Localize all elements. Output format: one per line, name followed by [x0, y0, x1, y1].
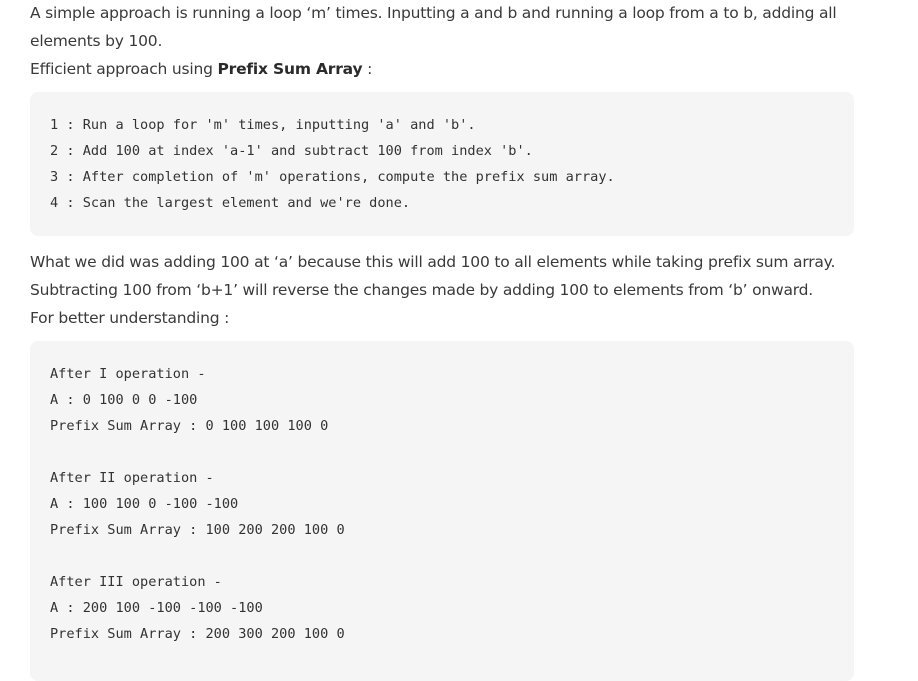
code-line: 2 : Add 100 at index 'a-1' and subtract …	[50, 143, 533, 159]
code-line: Prefix Sum Array : 0 100 100 100 0	[50, 418, 329, 434]
code-line: After I operation -	[50, 366, 206, 382]
intro-line-2: elements by 100.	[30, 32, 163, 50]
code-line: A : 0 100 0 0 -100	[50, 392, 198, 408]
code-line: 1 : Run a loop for 'm' times, inputting …	[50, 117, 476, 133]
code-line: 3 : After completion of 'm' operations, …	[50, 169, 615, 185]
code-line: A : 100 100 0 -100 -100	[50, 496, 239, 512]
explanation-line-2: Subtracting 100 from ‘b+1’ will reverse …	[30, 281, 814, 299]
article-body: A simple approach is running a loop ‘m’ …	[30, 0, 854, 681]
code-line: After II operation -	[50, 470, 214, 486]
code-line: Prefix Sum Array : 100 200 200 100 0	[50, 522, 345, 538]
intro-paragraph: A simple approach is running a loop ‘m’ …	[30, 0, 854, 83]
efficient-suffix: :	[362, 60, 373, 78]
steps-code-block: 1 : Run a loop for 'm' times, inputting …	[30, 92, 854, 236]
code-line: A : 200 100 -100 -100 -100	[50, 600, 263, 616]
efficient-prefix: Efficient approach using	[30, 60, 218, 78]
code-line: Prefix Sum Array : 200 300 200 100 0	[50, 626, 345, 642]
code-line: After III operation -	[50, 574, 222, 590]
code-line: 4 : Scan the largest element and we're d…	[50, 195, 411, 211]
explanation-paragraph: What we did was adding 100 at ‘a’ becaus…	[30, 248, 854, 332]
explanation-line-3: For better understanding :	[30, 309, 230, 327]
efficient-bold-term: Prefix Sum Array	[217, 60, 363, 78]
intro-line-1: A simple approach is running a loop ‘m’ …	[30, 4, 837, 22]
example-code-block: After I operation - A : 0 100 0 0 -100 P…	[30, 341, 854, 681]
explanation-line-1: What we did was adding 100 at ‘a’ becaus…	[30, 253, 836, 271]
